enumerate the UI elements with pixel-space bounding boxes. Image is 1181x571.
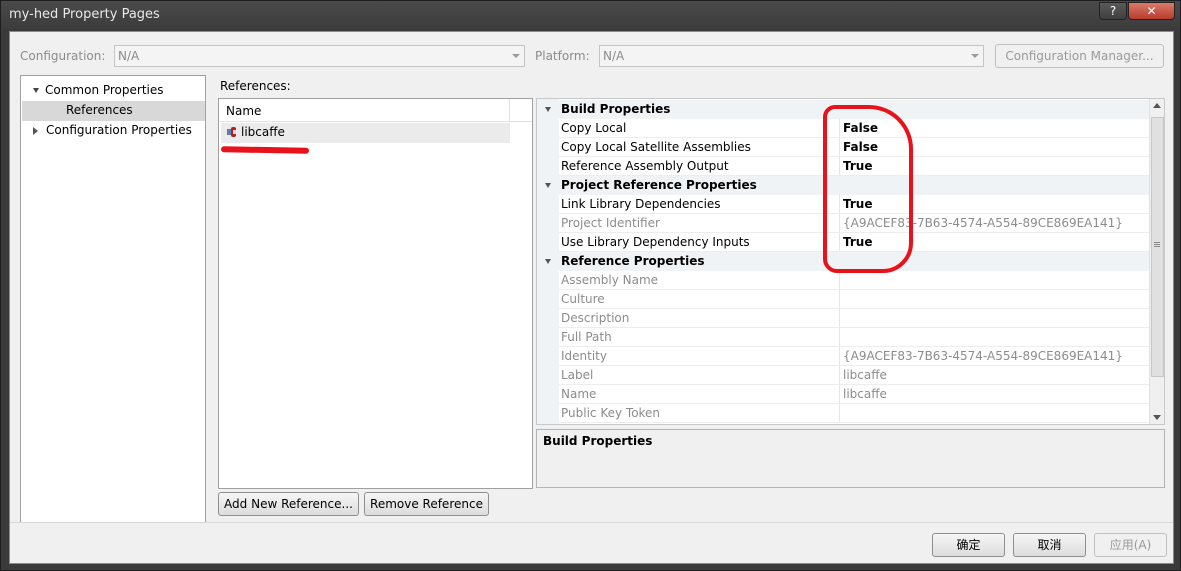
tree-item-label: References (66, 103, 133, 117)
property-row[interactable]: Name libcaffe (537, 385, 1164, 404)
help-button[interactable]: ? (1099, 2, 1127, 20)
remove-reference-button[interactable]: Remove Reference (364, 492, 489, 516)
window-title: my-hed Property Pages (9, 7, 160, 22)
property-name: Description (561, 311, 630, 325)
platform-value: N/A (603, 49, 625, 63)
apply-button[interactable]: 应用(A) (1094, 533, 1167, 557)
add-new-reference-button[interactable]: Add New Reference... (218, 492, 359, 516)
column-divider (839, 328, 840, 347)
property-value[interactable]: {A9ACEF83-7B63-4574-A554-89CE869EA141} (843, 347, 1123, 365)
list-header: Name (219, 99, 532, 122)
scrollbar[interactable] (1149, 99, 1164, 424)
property-name: Public Key Token (561, 406, 661, 420)
property-name: Project Identifier (561, 216, 660, 230)
reference-icon (226, 126, 238, 138)
property-name: Use Library Dependency Inputs (561, 235, 750, 249)
tree-item-configuration-properties[interactable]: Configuration Properties (21, 121, 205, 141)
platform-dropdown[interactable]: N/A (599, 45, 984, 67)
tree-item-references[interactable]: References (22, 101, 205, 121)
references-label: References: (220, 79, 291, 93)
property-name: Full Path (561, 330, 612, 344)
property-row[interactable]: Label libcaffe (537, 366, 1164, 385)
property-name: Assembly Name (561, 273, 659, 287)
property-value[interactable]: libcaffe (843, 366, 887, 384)
expand-arrow-icon (33, 88, 39, 93)
column-divider (839, 385, 840, 404)
tree-item-common-properties[interactable]: Common Properties (21, 81, 205, 101)
red-circle-annotation (823, 105, 913, 273)
column-divider (839, 366, 840, 385)
category-name: Reference Properties (561, 254, 705, 268)
chevron-down-icon (971, 54, 979, 58)
references-list: Name libcaffe (218, 98, 533, 489)
column-header-name[interactable]: Name (226, 104, 261, 118)
property-value[interactable]: libcaffe (843, 385, 887, 403)
collapse-arrow-icon[interactable] (545, 259, 551, 264)
property-name: Culture (561, 292, 605, 306)
property-row[interactable]: Public Key Token (537, 404, 1164, 423)
dialog-client: Configuration: N/A Platform: N/A Configu… (9, 31, 1174, 564)
column-divider (839, 404, 840, 423)
collapse-arrow-icon[interactable] (545, 107, 551, 112)
column-divider (839, 271, 840, 290)
column-divider (509, 99, 510, 121)
property-pages-window: my-hed Property Pages ? ✕ Configuration:… (0, 0, 1181, 571)
property-row[interactable]: Full Path (537, 328, 1164, 347)
collapse-arrow-icon[interactable] (545, 183, 551, 188)
property-name: Copy Local Satellite Assemblies (561, 140, 751, 154)
property-row[interactable]: Culture (537, 290, 1164, 309)
column-divider (839, 347, 840, 366)
tree-item-label: Common Properties (45, 83, 164, 97)
category-tree: Common Properties References Configurati… (20, 75, 206, 523)
property-name: Copy Local (561, 121, 627, 135)
configuration-dropdown[interactable]: N/A (114, 45, 525, 67)
column-divider (839, 309, 840, 328)
configuration-label: Configuration: (20, 49, 106, 63)
collapse-arrow-icon (33, 126, 38, 135)
scroll-up-icon[interactable] (1153, 103, 1161, 108)
property-name: Link Library Dependencies (561, 197, 721, 211)
chevron-down-icon (512, 54, 520, 58)
close-button[interactable]: ✕ (1128, 2, 1175, 20)
property-row[interactable]: Assembly Name (537, 271, 1164, 290)
property-name: Label (561, 368, 594, 382)
tree-item-label: Configuration Properties (46, 123, 192, 137)
property-name: Reference Assembly Output (561, 159, 729, 173)
property-row[interactable]: Description (537, 309, 1164, 328)
ok-button[interactable]: 确定 (932, 533, 1005, 557)
footer-divider (10, 522, 1173, 523)
description-panel: Build Properties (536, 429, 1165, 488)
grip-icon (1154, 242, 1160, 243)
platform-label: Platform: (535, 49, 590, 63)
column-divider (839, 290, 840, 309)
property-name: Identity (561, 349, 607, 363)
cancel-button[interactable]: 取消 (1013, 533, 1086, 557)
reference-name: libcaffe (241, 125, 285, 139)
scroll-thumb[interactable] (1151, 117, 1164, 377)
category-name: Build Properties (561, 102, 671, 116)
row-divider (559, 422, 1164, 423)
property-name: Name (561, 387, 597, 401)
property-row[interactable]: Identity {A9ACEF83-7B63-4574-A554-89CE869… (537, 347, 1164, 366)
description-title: Build Properties (543, 434, 653, 448)
scroll-down-icon[interactable] (1153, 415, 1161, 420)
title-bar[interactable]: my-hed Property Pages ? ✕ (1, 1, 1180, 29)
reference-item[interactable]: libcaffe (221, 123, 510, 143)
category-name: Project Reference Properties (561, 178, 757, 192)
configuration-manager-button[interactable]: Configuration Manager... (995, 44, 1164, 68)
configuration-value: N/A (118, 49, 140, 63)
